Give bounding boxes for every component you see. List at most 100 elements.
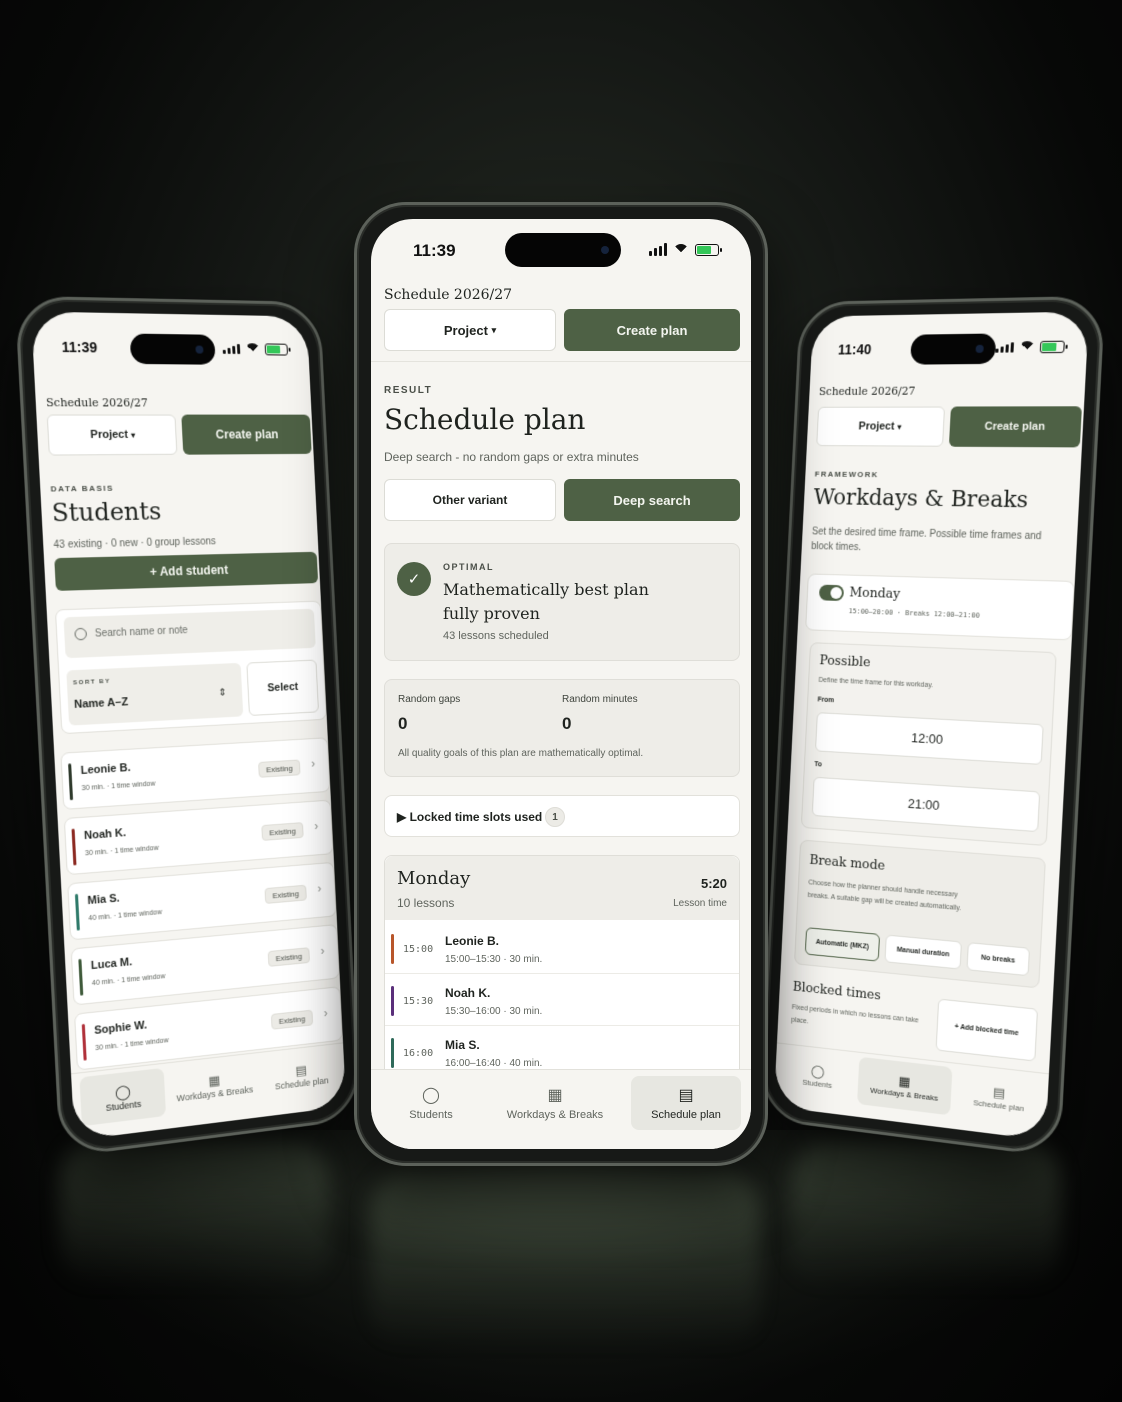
- header-title: Schedule 2026/27: [819, 385, 916, 398]
- select-button[interactable]: Select: [246, 660, 319, 716]
- to-label: To: [814, 761, 822, 768]
- signal-icon: [995, 342, 1014, 352]
- right-phone-screen: 11:40 Schedule 2026/27 Project ▾ Create …: [774, 311, 1089, 1140]
- page-subtitle: Deep search - no random gaps or extra mi…: [384, 450, 639, 464]
- wifi-icon: [1018, 341, 1035, 353]
- status-badge: Existing: [261, 822, 303, 841]
- tab-schedule[interactable]: ▤ Schedule plan: [631, 1076, 741, 1130]
- tab-schedule[interactable]: ▤ Schedule plan: [956, 1068, 1043, 1126]
- tab-students[interactable]: ◯ Students: [782, 1048, 854, 1103]
- status-badge: Existing: [258, 759, 300, 777]
- project-dropdown[interactable]: Project ▾: [384, 309, 556, 351]
- from-time-input[interactable]: 12:00: [815, 712, 1044, 765]
- break-option-none[interactable]: No breaks: [966, 942, 1030, 976]
- from-label: From: [817, 696, 834, 704]
- left-phone-screen: 11:39 Schedule 2026/27 Project ▾ Create …: [31, 311, 346, 1140]
- left-phone-reflection: [60, 1140, 330, 1290]
- student-meta: 30 min. · 1 time window: [95, 1037, 169, 1052]
- document-icon: ▤: [678, 1085, 693, 1105]
- tab-workdays[interactable]: ▦ Workdays & Breaks: [857, 1057, 952, 1116]
- project-label: Project: [858, 421, 894, 433]
- calendar-icon: ▦: [898, 1073, 911, 1090]
- to-time-input[interactable]: 21:00: [812, 777, 1040, 832]
- possible-card: Possible Define the time frame for this …: [801, 642, 1057, 846]
- toggle-knob: [830, 587, 842, 599]
- locked-slots-disclosure[interactable]: ▶ Locked time slots used 1: [384, 795, 740, 837]
- dynamic-island: [505, 233, 621, 267]
- sort-select[interactable]: SORT BY Name A–Z ⇕: [66, 663, 243, 726]
- header-title: Schedule 2026/27: [384, 287, 512, 303]
- right-phone: 11:40 Schedule 2026/27 Project ▾ Create …: [759, 296, 1105, 1158]
- gaps-value: 0: [398, 714, 407, 734]
- student-name: Sophie W.: [94, 1019, 147, 1037]
- status-time: 11:40: [838, 341, 872, 357]
- student-color-bar: [75, 894, 80, 931]
- day-total-label: Lesson time: [673, 898, 727, 909]
- break-option-manual[interactable]: Manual duration: [884, 935, 962, 970]
- status-icons: [649, 243, 719, 256]
- student-name: Mia S.: [87, 892, 120, 907]
- student-name: Noah K.: [84, 827, 127, 842]
- tab-label: Students: [802, 1077, 832, 1089]
- student-name: Luca M.: [91, 956, 133, 972]
- lesson-row[interactable]: 15:30 Noah K. 15:30–16:00 · 30 min.: [385, 974, 739, 1026]
- person-icon: ◯: [114, 1082, 131, 1101]
- student-row[interactable]: Leonie B. 30 min. · 1 time window Existi…: [60, 737, 330, 810]
- lesson-detail: 16:00–16:40 · 40 min.: [445, 1058, 542, 1069]
- battery-icon: [265, 343, 288, 355]
- day-total: 5:20: [701, 876, 727, 891]
- add-student-button[interactable]: + Add student: [54, 552, 318, 591]
- other-variant-button[interactable]: Other variant: [384, 479, 556, 521]
- lesson-time: 16:00: [403, 1048, 433, 1059]
- status-badge: Existing: [271, 1010, 313, 1030]
- battery-icon: [695, 244, 719, 256]
- student-meta: 30 min. · 1 time window: [85, 845, 159, 858]
- day-card: Monday 10 lessons 5:20 Lesson time 15:00…: [384, 855, 740, 1085]
- student-name: Leonie B.: [80, 762, 131, 777]
- lesson-detail: 15:30–16:00 · 30 min.: [445, 1006, 542, 1017]
- add-blocked-time-button[interactable]: + Add blocked time: [936, 999, 1038, 1062]
- signal-icon: [649, 243, 667, 256]
- student-row[interactable]: Noah K. 30 min. · 1 time window Existing…: [64, 800, 334, 876]
- tab-workdays[interactable]: ▦ Workdays & Breaks: [168, 1057, 262, 1115]
- lesson-name: Mia S.: [445, 1038, 480, 1052]
- optimal-eyebrow: OPTIMAL: [443, 562, 494, 572]
- deep-search-button[interactable]: Deep search: [564, 479, 740, 521]
- section-eyebrow: DATA BASIS: [50, 484, 114, 494]
- create-plan-button[interactable]: Create plan: [564, 309, 740, 351]
- chevron-updown-icon: ⇕: [218, 687, 227, 698]
- calendar-icon: ▦: [547, 1085, 562, 1105]
- break-mode-desc: Choose how the planner should handle nec…: [807, 876, 982, 917]
- lesson-name: Leonie B.: [445, 934, 499, 948]
- sort-value: Name A–Z: [74, 696, 128, 711]
- tab-label: Students: [105, 1098, 141, 1112]
- break-option-automatic[interactable]: Automatic (MKZ): [805, 927, 880, 961]
- status-icons: [995, 341, 1065, 354]
- tab-schedule[interactable]: ▤ Schedule plan: [262, 1048, 340, 1104]
- tab-workdays[interactable]: ▦ Workdays & Breaks: [495, 1076, 615, 1130]
- day-name: Monday: [397, 868, 470, 889]
- tab-label: Schedule plan: [275, 1075, 329, 1091]
- tab-students[interactable]: ◯ Students: [381, 1076, 481, 1130]
- project-dropdown[interactable]: Project ▾: [816, 407, 945, 447]
- center-phone: 11:39 Schedule 2026/27 Project ▾ Create …: [354, 202, 768, 1166]
- status-badge: Existing: [268, 947, 310, 967]
- lesson-row[interactable]: 15:00 Leonie B. 15:00–15:30 · 30 min.: [385, 922, 739, 974]
- caret-down-icon: ▾: [897, 422, 901, 431]
- lesson-color-bar: [391, 934, 394, 964]
- page-title: Students: [51, 497, 162, 527]
- lesson-color-bar: [391, 1038, 394, 1068]
- tab-students[interactable]: ◯ Students: [79, 1068, 166, 1126]
- tab-label: Schedule plan: [651, 1109, 721, 1121]
- create-plan-button[interactable]: Create plan: [181, 415, 311, 455]
- caret-down-icon: ▾: [131, 430, 135, 439]
- document-icon: ▤: [295, 1062, 307, 1079]
- project-dropdown[interactable]: Project ▾: [47, 415, 178, 456]
- possible-title: Possible: [819, 653, 871, 670]
- project-label: Project: [90, 429, 128, 441]
- create-plan-button[interactable]: Create plan: [949, 406, 1082, 447]
- lesson-time: 15:30: [403, 996, 433, 1007]
- blocked-title: Blocked times: [792, 980, 881, 1004]
- day-toggle[interactable]: [819, 585, 844, 602]
- stats-card: Random gaps 0 Random minutes 0 All quali…: [384, 679, 740, 777]
